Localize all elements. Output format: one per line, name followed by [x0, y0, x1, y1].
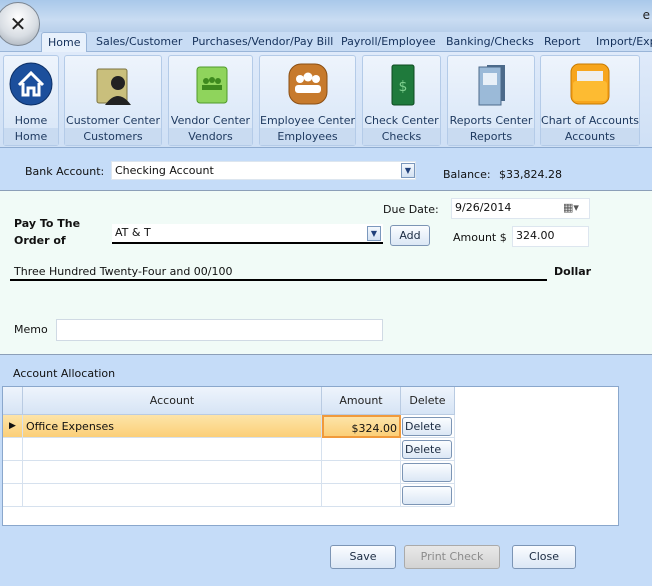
- table-row-account[interactable]: [23, 484, 322, 507]
- amount-words-line: [10, 279, 547, 281]
- check-form: Due Date: 9/26/2014 ▦▾ Pay To The Order …: [0, 191, 652, 355]
- table-row-amount[interactable]: [322, 484, 401, 507]
- vendor-center-label: Vendor Center: [170, 114, 251, 127]
- delete-cell: [401, 461, 455, 484]
- tab-import-export[interactable]: Import/Exp: [596, 35, 652, 48]
- table-row-account[interactable]: [23, 461, 322, 484]
- group-home: Home: [4, 128, 58, 145]
- checkbook-icon: $: [391, 64, 414, 106]
- row-indicator: [3, 438, 23, 461]
- allocation-grid: Account Amount Delete ▶ Office Expenses …: [2, 386, 619, 526]
- amount-value: 324.00: [516, 229, 555, 242]
- due-date-value: 9/26/2014: [455, 201, 512, 214]
- delete-cell: Delete: [401, 438, 455, 461]
- group-employees: Employees: [260, 128, 355, 145]
- tab-home[interactable]: Home: [41, 32, 88, 53]
- table-row-account[interactable]: [23, 438, 322, 461]
- payee-select[interactable]: AT & T: [112, 224, 383, 244]
- delete-cell: [401, 484, 455, 507]
- payee-dropdown-icon[interactable]: ▼: [367, 226, 381, 241]
- row-indicator-icon: ▶: [3, 415, 23, 438]
- group-vendors: Vendors: [169, 128, 252, 145]
- amount-input[interactable]: 324.00: [512, 226, 589, 247]
- ribbon-home[interactable]: Home Home: [3, 55, 59, 146]
- ribbon: Home Home Customer Center Customers Vend…: [0, 52, 652, 148]
- payee-value: AT & T: [115, 226, 151, 239]
- table-row-amount[interactable]: [322, 438, 401, 461]
- delete-row-button[interactable]: Delete: [402, 417, 452, 436]
- amount-label: Amount $: [453, 231, 507, 244]
- reports-binder-icon: [478, 65, 505, 106]
- tab-payroll[interactable]: Payroll/Employee: [341, 35, 436, 48]
- ribbon-chart-of-accounts[interactable]: Chart of Accounts Accounts: [540, 55, 640, 146]
- ribbon-customer-center[interactable]: Customer Center Customers: [64, 55, 162, 146]
- tab-sales-customer[interactable]: Sales/Customer: [96, 35, 182, 48]
- bank-account-select[interactable]: Checking Account: [111, 161, 416, 180]
- window-title: e: [642, 8, 650, 22]
- tab-purchases[interactable]: Purchases/Vendor/Pay Bill: [192, 35, 333, 48]
- group-accounts: Accounts: [541, 128, 639, 145]
- print-check-button[interactable]: Print Check: [404, 545, 500, 569]
- due-date-label: Due Date:: [383, 203, 439, 216]
- home-label: Home: [14, 114, 48, 127]
- chevron-down-icon[interactable]: ▼: [401, 163, 415, 178]
- bank-account-label: Bank Account:: [25, 165, 105, 178]
- balance-value: $33,824.28: [499, 168, 562, 181]
- vendor-book-icon: [196, 66, 227, 104]
- save-button[interactable]: Save: [330, 545, 396, 569]
- row-indicator: [3, 484, 23, 507]
- svg-text:$: $: [398, 79, 407, 95]
- delete-row-button[interactable]: [402, 463, 452, 482]
- calendar-icon[interactable]: ▦▾: [563, 201, 579, 214]
- bank-account-bar: Bank Account: Checking Account ▼ Balance…: [0, 150, 652, 191]
- close-button[interactable]: Close: [512, 545, 576, 569]
- chart-of-accounts-label: Chart of Accounts: [541, 114, 639, 127]
- reports-center-label: Reports Center: [449, 114, 533, 127]
- ribbon-employee-center[interactable]: Employee Center Employees: [259, 55, 356, 146]
- column-header-amount[interactable]: Amount: [322, 387, 401, 415]
- employee-center-label: Employee Center: [260, 114, 355, 127]
- group-checks: Checks: [363, 128, 440, 145]
- column-header-delete[interactable]: Delete: [401, 387, 455, 415]
- home-icon: [9, 62, 53, 106]
- column-header-account[interactable]: Account: [23, 387, 322, 415]
- delete-row-button[interactable]: [402, 486, 452, 505]
- table-row-account[interactable]: Office Expenses: [23, 415, 322, 438]
- group-reports: Reports: [448, 128, 534, 145]
- table-row-amount[interactable]: [322, 461, 401, 484]
- delete-cell: Delete: [401, 415, 455, 438]
- ribbon-tabs: Home Sales/Customer Purchases/Vendor/Pay…: [0, 32, 652, 53]
- accounts-folder-icon: [570, 63, 610, 105]
- customer-folder-icon: [96, 68, 131, 105]
- payto-label-1: Pay To The: [14, 217, 81, 230]
- tab-banking[interactable]: Banking/Checks: [446, 35, 534, 48]
- ribbon-vendor-center[interactable]: Vendor Center Vendors: [168, 55, 253, 146]
- payto-label-2: Order of: [14, 234, 66, 247]
- title-bar: e: [0, 0, 652, 33]
- amount-in-words: Three Hundred Twenty-Four and 00/100: [14, 265, 233, 278]
- ribbon-reports-center[interactable]: Reports Center Reports: [447, 55, 535, 146]
- ribbon-check-center[interactable]: $ Check Center Checks: [362, 55, 441, 146]
- row-header-corner: [3, 387, 23, 415]
- tab-report[interactable]: Report: [544, 35, 580, 48]
- delete-row-button[interactable]: Delete: [402, 440, 452, 459]
- bank-account-value: Checking Account: [115, 164, 214, 177]
- memo-label: Memo: [14, 323, 48, 336]
- add-payee-button[interactable]: Add: [390, 225, 430, 246]
- row-indicator: [3, 461, 23, 484]
- table-row-amount[interactable]: $324.00: [322, 415, 401, 438]
- group-customers: Customers: [65, 128, 161, 145]
- balance-label: Balance:: [443, 168, 491, 181]
- check-center-label: Check Center: [364, 114, 439, 127]
- customer-center-label: Customer Center: [66, 114, 160, 127]
- memo-input[interactable]: [56, 319, 383, 341]
- dollar-label: Dollar: [554, 265, 592, 278]
- account-allocation-title: Account Allocation: [13, 367, 116, 380]
- employees-icon: [288, 63, 327, 105]
